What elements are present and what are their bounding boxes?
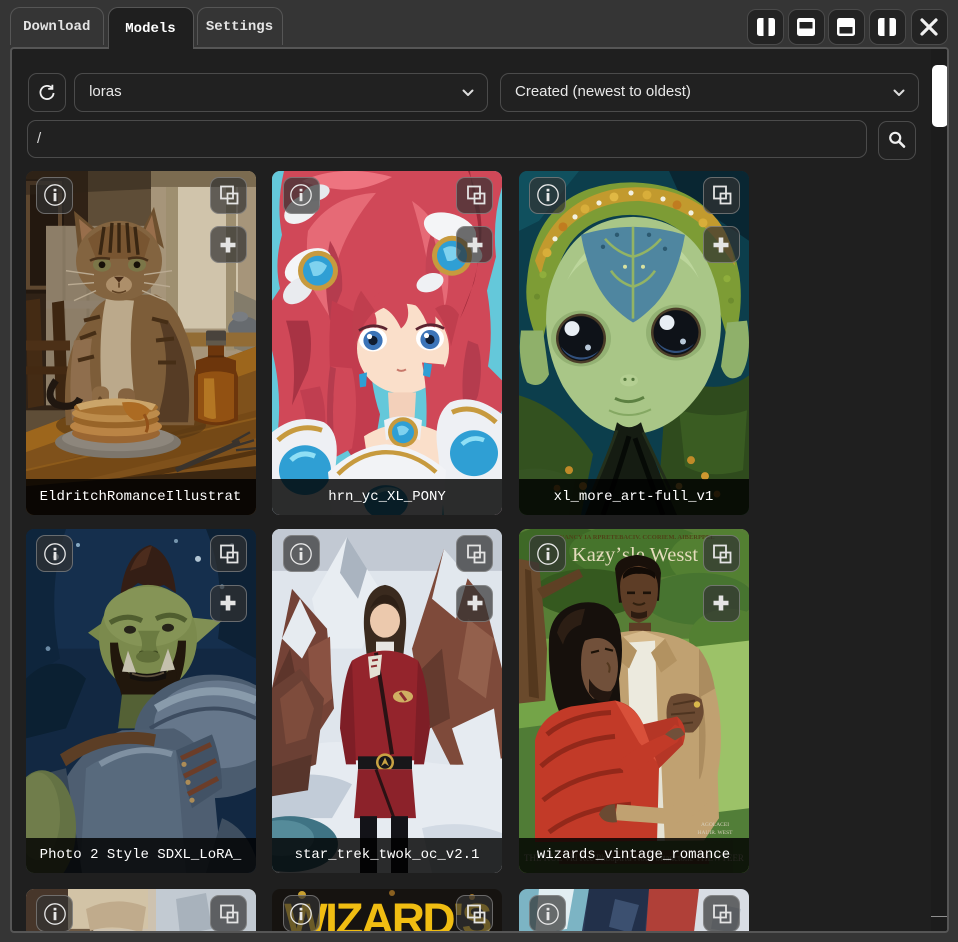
- svg-text:NANCY IA RPRETEBACIV. CCORIEM: NANCY IA RPRETEBACIV. CCORIEM. AIBERPPEL: [559, 534, 715, 541]
- svg-text:AGOLACEI: AGOLACEI: [700, 822, 728, 828]
- svg-text:HAUIR. WEST: HAUIR. WEST: [697, 830, 733, 836]
